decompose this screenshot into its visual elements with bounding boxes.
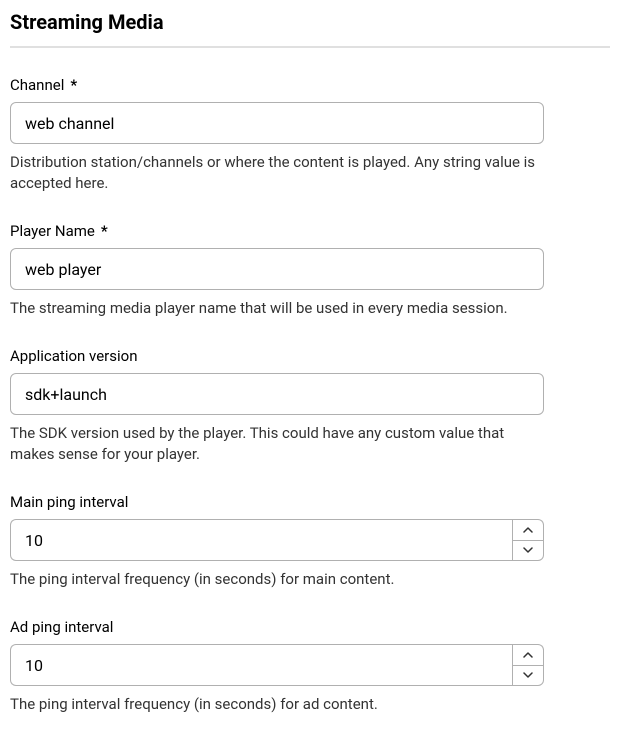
main-ping-label-text: Main ping interval <box>10 493 128 511</box>
required-asterisk-icon: * <box>70 76 77 94</box>
field-channel: Channel * Distribution station/channels … <box>10 76 610 194</box>
field-application-version: Application version The SDK version used… <box>10 347 610 465</box>
player-name-label: Player Name * <box>10 222 610 240</box>
main-ping-stepper <box>10 519 544 561</box>
application-version-help: The SDK version used by the player. This… <box>10 423 544 465</box>
channel-input[interactable] <box>10 102 544 144</box>
application-version-label-text: Application version <box>10 347 138 365</box>
player-name-label-text: Player Name <box>10 222 95 240</box>
player-name-input[interactable] <box>10 248 544 290</box>
ad-ping-decrement-button[interactable] <box>512 665 544 687</box>
section-title: Streaming Media <box>10 10 610 48</box>
chevron-up-icon <box>523 652 533 658</box>
ad-ping-label-text: Ad ping interval <box>10 618 113 636</box>
chevron-down-icon <box>523 547 533 553</box>
field-main-ping: Main ping interval The ping interval fre… <box>10 493 610 590</box>
player-name-help: The streaming media player name that wil… <box>10 298 544 319</box>
ad-ping-stepper <box>10 644 544 686</box>
chevron-down-icon <box>523 672 533 678</box>
channel-label-text: Channel <box>10 76 64 94</box>
required-asterisk-icon: * <box>101 222 108 240</box>
main-ping-decrement-button[interactable] <box>512 540 544 562</box>
main-ping-help: The ping interval frequency (in seconds)… <box>10 569 544 590</box>
channel-label: Channel * <box>10 76 610 94</box>
ad-ping-input[interactable] <box>10 644 512 686</box>
chevron-up-icon <box>523 527 533 533</box>
application-version-label: Application version <box>10 347 610 365</box>
ad-ping-help: The ping interval frequency (in seconds)… <box>10 694 544 715</box>
field-player-name: Player Name * The streaming media player… <box>10 222 610 319</box>
main-ping-input[interactable] <box>10 519 512 561</box>
ad-ping-increment-button[interactable] <box>512 644 544 665</box>
field-ad-ping: Ad ping interval The ping interval frequ… <box>10 618 610 715</box>
main-ping-label: Main ping interval <box>10 493 610 511</box>
main-ping-stepper-buttons <box>512 519 544 561</box>
ad-ping-stepper-buttons <box>512 644 544 686</box>
application-version-input[interactable] <box>10 373 544 415</box>
channel-help: Distribution station/channels or where t… <box>10 152 544 194</box>
main-ping-increment-button[interactable] <box>512 519 544 540</box>
ad-ping-label: Ad ping interval <box>10 618 610 636</box>
